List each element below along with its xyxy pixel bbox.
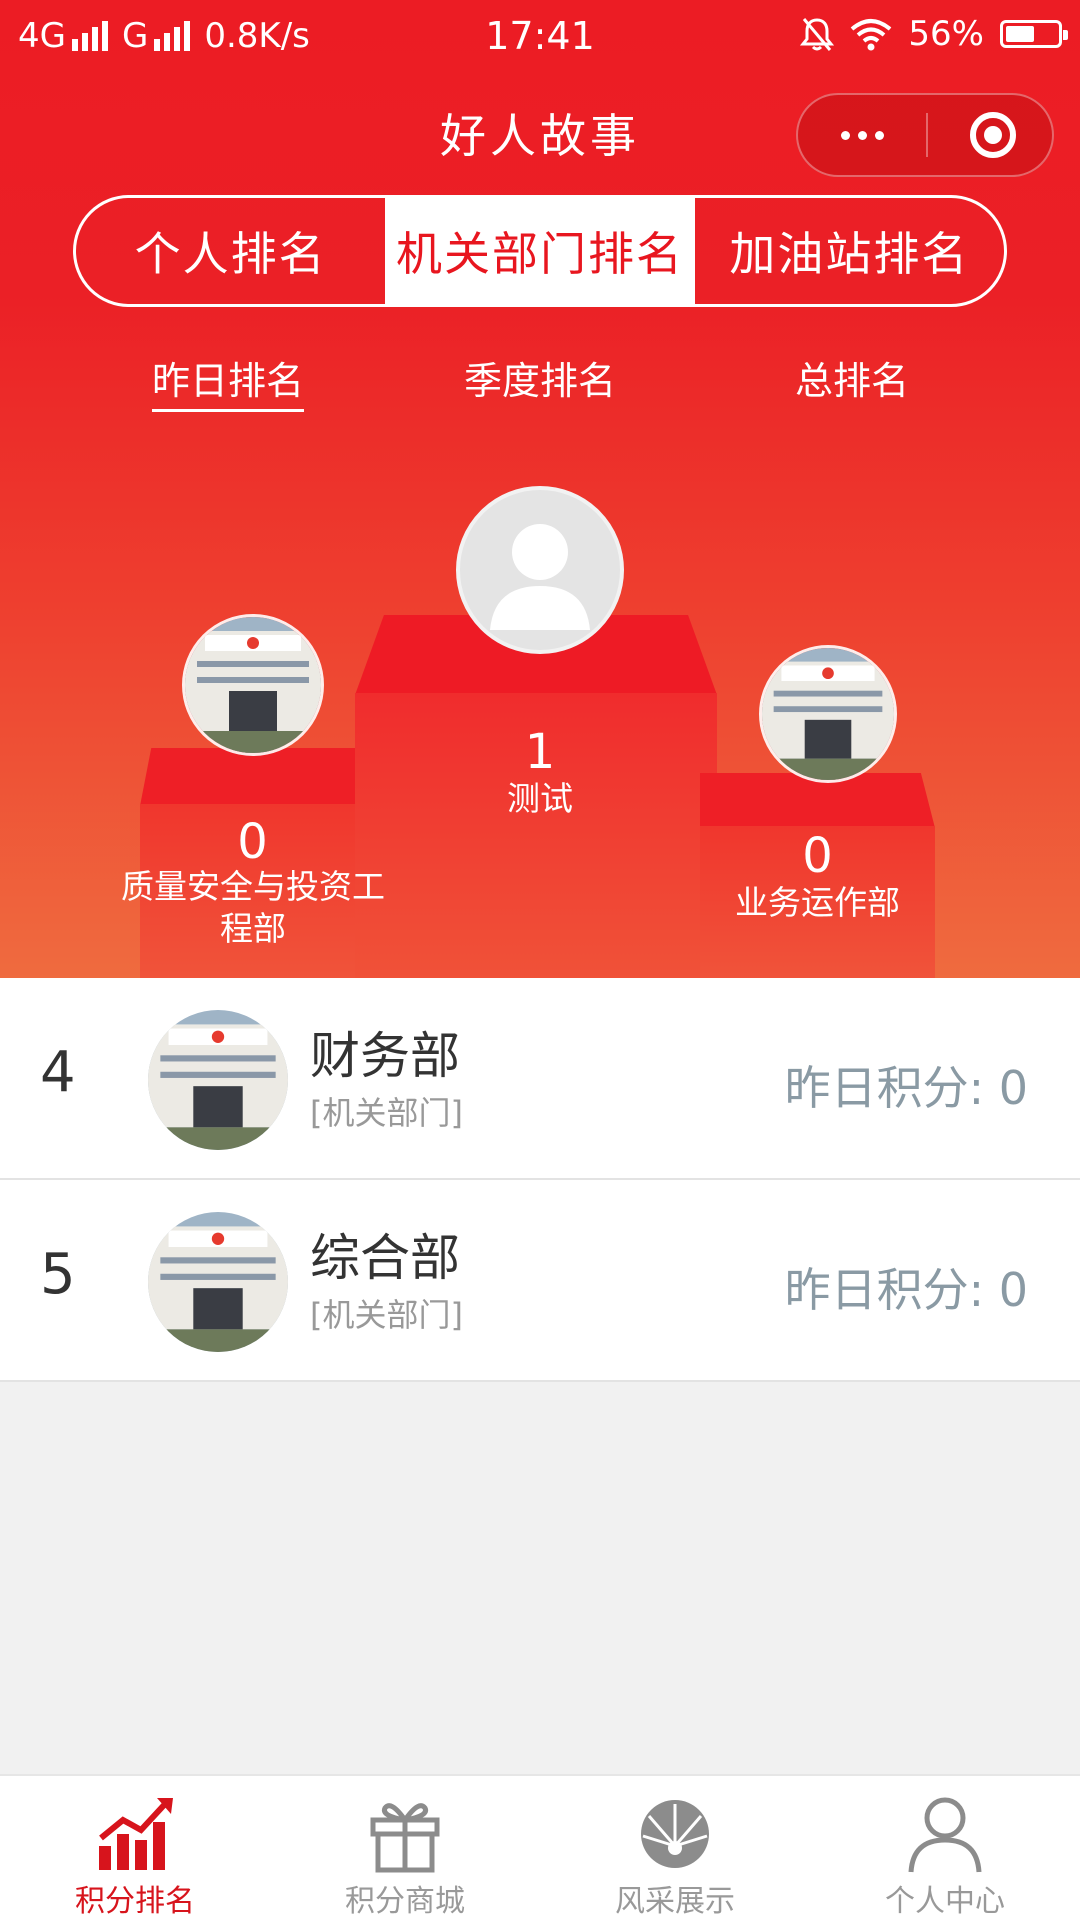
second-place-name: 质量安全与投资工程部 xyxy=(121,867,385,948)
list-item[interactable]: 5 综合部 [机关部门] 昨日积分: 0 xyxy=(0,1180,1080,1382)
capsule-divider xyxy=(926,113,928,157)
building-photo-icon xyxy=(185,617,321,753)
tab-points-mall[interactable]: 积分商城 xyxy=(270,1776,540,1922)
building-photo-icon xyxy=(762,648,894,780)
status-bar: 4G G 0.8K/s 17:41 56% xyxy=(0,0,1080,76)
mute-bell-icon xyxy=(800,18,835,51)
tab-yesterday-ranking[interactable]: 昨日排名 xyxy=(151,350,305,412)
gift-icon xyxy=(370,1803,440,1873)
tab-personal-center[interactable]: 个人中心 xyxy=(810,1776,1080,1922)
tab-label: 个人中心 xyxy=(885,1884,1005,1919)
default-user-icon xyxy=(490,524,590,630)
list-item[interactable]: 4 财务部 [机关部门] 昨日积分: 0 xyxy=(0,978,1080,1180)
ranking-category-tabs: 个人排名 机关部门排名 加油站排名 xyxy=(73,195,1007,307)
ranking-list: 4 财务部 [机关部门] 昨日积分: 0 5 综合部 [机关部门] 昨日积分: … xyxy=(0,978,1080,1382)
first-place-name: 测试 xyxy=(507,779,573,818)
mini-program-capsule xyxy=(796,93,1054,177)
department-avatar xyxy=(148,1010,288,1150)
tab-label: 积分商城 xyxy=(345,1884,465,1919)
tab-total-ranking[interactable]: 总排名 xyxy=(795,350,909,405)
tab-label: 积分排名 xyxy=(75,1884,195,1919)
tab-quarter-ranking[interactable]: 季度排名 xyxy=(464,350,616,405)
avatar-second-place[interactable] xyxy=(182,614,324,756)
period-tabs: 昨日排名 季度排名 总排名 xyxy=(0,350,1080,412)
wifi-icon xyxy=(851,19,892,51)
close-mini-program-icon[interactable] xyxy=(970,112,1016,158)
second-place-score: 0 xyxy=(237,814,268,870)
first-place-score: 1 xyxy=(524,724,556,780)
tab-personal-ranking[interactable]: 个人排名 xyxy=(76,198,385,304)
yesterday-score: 昨日积分: 0 xyxy=(784,1061,1028,1115)
building-photo-icon xyxy=(148,1212,288,1352)
rank-number: 4 xyxy=(40,1040,76,1105)
department-type: [机关部门] xyxy=(310,1094,463,1132)
tab-department-ranking[interactable]: 机关部门排名 xyxy=(385,198,695,304)
more-dots-icon xyxy=(840,130,850,140)
hero-section: 4G G 0.8K/s 17:41 56% 好人故事 个人排名 机关部门排名 加… xyxy=(0,0,1080,978)
department-name: 财务部 xyxy=(310,1027,460,1085)
bottom-tab-bar: 积分排名 积分商城 风采展示 个人中心 xyxy=(0,1774,1080,1922)
ranking-chart-icon xyxy=(99,1798,173,1870)
more-options-button[interactable] xyxy=(798,95,926,175)
person-icon xyxy=(908,1797,982,1873)
department-name: 综合部 xyxy=(310,1229,460,1287)
department-type: [机关部门] xyxy=(310,1296,463,1334)
battery-percent: 56% xyxy=(908,14,984,54)
yesterday-score: 昨日积分: 0 xyxy=(784,1263,1028,1317)
avatar-first-place[interactable] xyxy=(456,486,624,654)
third-place-name: 业务运作部 xyxy=(735,883,900,922)
rank-number: 5 xyxy=(40,1242,76,1307)
building-photo-icon xyxy=(148,1010,288,1150)
battery-icon xyxy=(1000,20,1068,48)
department-avatar xyxy=(148,1212,288,1352)
tab-style-showcase[interactable]: 风采展示 xyxy=(540,1776,810,1922)
tab-gas-station-ranking[interactable]: 加油站排名 xyxy=(695,198,1004,304)
battery-level xyxy=(1006,26,1034,42)
petrochina-logo-icon xyxy=(641,1800,709,1868)
avatar-third-place[interactable] xyxy=(759,645,897,783)
third-place-score: 0 xyxy=(802,828,833,884)
tab-points-ranking[interactable]: 积分排名 xyxy=(0,1776,270,1922)
tab-label: 风采展示 xyxy=(615,1884,735,1919)
